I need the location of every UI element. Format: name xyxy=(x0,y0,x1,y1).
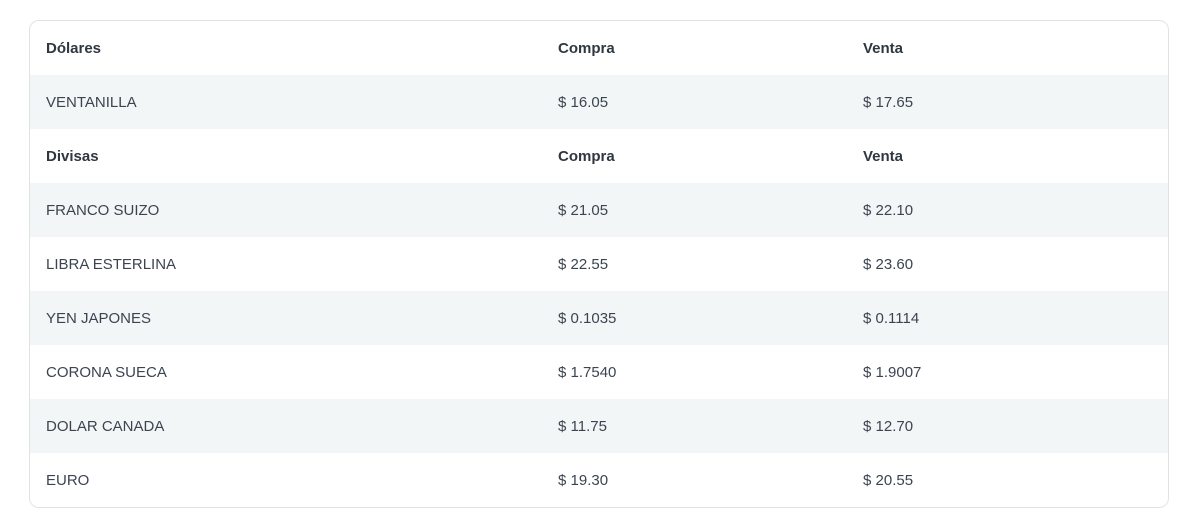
column-header-sell: Venta xyxy=(863,39,904,57)
sell-rate: $ 20.55 xyxy=(863,471,914,489)
table-row: VENTANILLA $ 16.05 $ 17.65 xyxy=(30,75,1168,129)
buy-rate: $ 1.7540 xyxy=(558,363,617,381)
sell-rate: $ 0.1114 xyxy=(863,309,920,327)
column-header-sell: Venta xyxy=(863,147,904,165)
buy-rate: $ 16.05 xyxy=(558,93,609,111)
sell-rate: $ 23.60 xyxy=(863,255,914,273)
table-row: CORONA SUECA $ 1.7540 $ 1.9007 xyxy=(30,345,1168,399)
currency-name: DOLAR CANADA xyxy=(46,417,165,435)
table-row: DOLAR CANADA $ 11.75 $ 12.70 xyxy=(30,399,1168,453)
currency-name: YEN JAPONES xyxy=(46,309,152,327)
table-header-dolares: Dólares Compra Venta xyxy=(30,21,1168,75)
currency-name: LIBRA ESTERLINA xyxy=(46,255,177,273)
sell-rate: $ 1.9007 xyxy=(863,363,922,381)
table-header-divisas: Divisas Compra Venta xyxy=(30,129,1168,183)
section-title: Dólares xyxy=(46,39,102,57)
buy-rate: $ 22.55 xyxy=(558,255,609,273)
buy-rate: $ 0.1035 xyxy=(558,309,617,327)
column-header-buy: Compra xyxy=(558,39,615,57)
sell-rate: $ 17.65 xyxy=(863,93,914,111)
sell-rate: $ 22.10 xyxy=(863,201,914,219)
table-row: EURO $ 19.30 $ 20.55 xyxy=(30,453,1168,507)
buy-rate: $ 19.30 xyxy=(558,471,609,489)
section-title: Divisas xyxy=(46,147,99,165)
currency-name: CORONA SUECA xyxy=(46,363,167,381)
buy-rate: $ 11.75 xyxy=(558,417,607,435)
buy-rate: $ 21.05 xyxy=(558,201,609,219)
table-row: LIBRA ESTERLINA $ 22.55 $ 23.60 xyxy=(30,237,1168,291)
table-row: YEN JAPONES $ 0.1035 $ 0.1114 xyxy=(30,291,1168,345)
sell-rate: $ 12.70 xyxy=(863,417,914,435)
column-header-buy: Compra xyxy=(558,147,615,165)
exchange-rate-table: Dólares Compra Venta VENTANILLA $ 16.05 … xyxy=(29,20,1169,508)
currency-name: FRANCO SUIZO xyxy=(46,201,160,219)
table-row: FRANCO SUIZO $ 21.05 $ 22.10 xyxy=(30,183,1168,237)
currency-name: VENTANILLA xyxy=(46,93,137,111)
currency-name: EURO xyxy=(46,471,90,489)
